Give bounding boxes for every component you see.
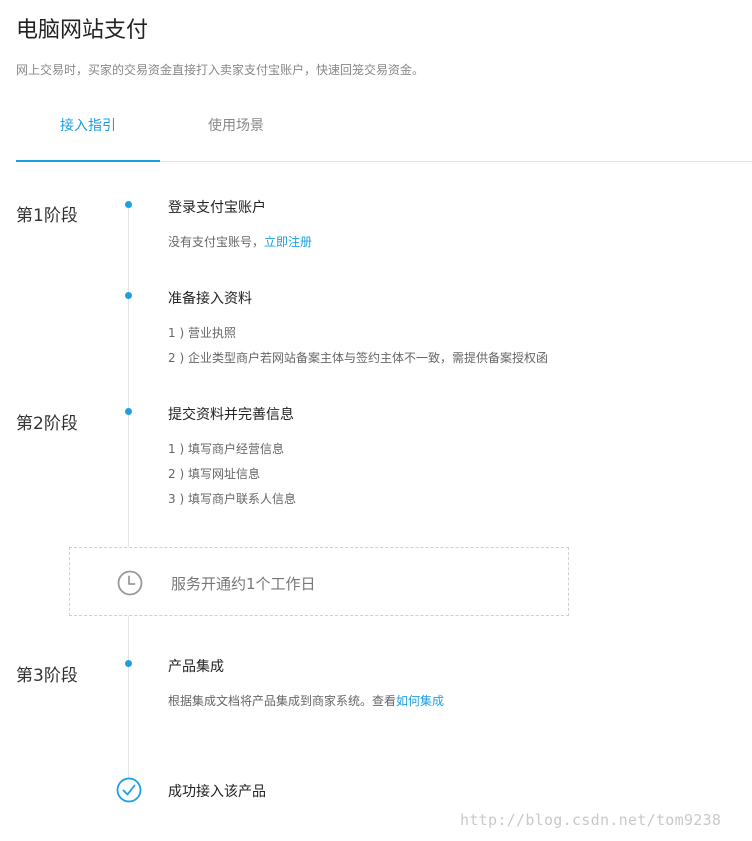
service-notice-box: 服务开通约1个工作日 bbox=[69, 547, 569, 616]
tab-bar: 接入指引 使用场景 bbox=[16, 104, 752, 162]
step-prepare-item: 1 ) 营业执照 bbox=[168, 326, 236, 340]
watermark-text: http://blog.csdn.net/tom9238 bbox=[460, 811, 722, 829]
timeline-dot bbox=[125, 660, 132, 667]
stage-2-label: 第2阶段 bbox=[16, 414, 78, 434]
step-login-title: 登录支付宝账户 bbox=[168, 200, 266, 216]
timeline-dot bbox=[125, 408, 132, 415]
how-to-integrate-link[interactable]: 如何集成 bbox=[396, 694, 444, 708]
timeline-line-lower bbox=[128, 616, 129, 778]
check-circle-icon bbox=[116, 777, 142, 803]
step-login-text-prefix: 没有支付宝账号， bbox=[168, 235, 265, 249]
stage-1-label: 第1阶段 bbox=[16, 206, 78, 226]
step-integrate-title: 产品集成 bbox=[168, 659, 224, 675]
step-login-text: 没有支付宝账号，立即注册 bbox=[168, 233, 312, 250]
step-success-title: 成功接入该产品 bbox=[168, 784, 266, 800]
step-integrate-text-prefix: 根据集成文档将产品集成到商家系统。查看 bbox=[168, 694, 397, 708]
timeline-dot bbox=[125, 292, 132, 299]
step-prepare-item: 2 ) 企业类型商户若网站备案主体与签约主体不一致，需提供备案授权函 bbox=[168, 351, 548, 365]
timeline-dot bbox=[125, 201, 132, 208]
step-submit-item: 1 ) 填写商户经营信息 bbox=[168, 442, 284, 456]
clock-icon bbox=[117, 570, 143, 596]
step-prepare-title: 准备接入资料 bbox=[168, 291, 252, 307]
stage-3-label: 第3阶段 bbox=[16, 666, 78, 686]
page-title: 电脑网站支付 bbox=[16, 18, 149, 43]
tab-use-cases[interactable]: 使用场景 bbox=[164, 104, 308, 161]
step-submit-title: 提交资料并完善信息 bbox=[168, 407, 294, 423]
page-subtitle: 网上交易时，买家的交易资金直接打入卖家支付宝账户，快速回笼交易资金。 bbox=[16, 63, 425, 77]
step-integrate-text: 根据集成文档将产品集成到商家系统。查看如何集成 bbox=[168, 692, 444, 709]
step-submit-item: 2 ) 填写网址信息 bbox=[168, 467, 260, 481]
timeline-line-upper bbox=[128, 205, 129, 547]
register-now-link[interactable]: 立即注册 bbox=[264, 235, 312, 249]
step-submit-item: 3 ) 填写商户联系人信息 bbox=[168, 492, 296, 506]
service-duration-text: 服务开通约1个工作日 bbox=[171, 575, 316, 593]
tab-integration-guide[interactable]: 接入指引 bbox=[16, 104, 160, 162]
